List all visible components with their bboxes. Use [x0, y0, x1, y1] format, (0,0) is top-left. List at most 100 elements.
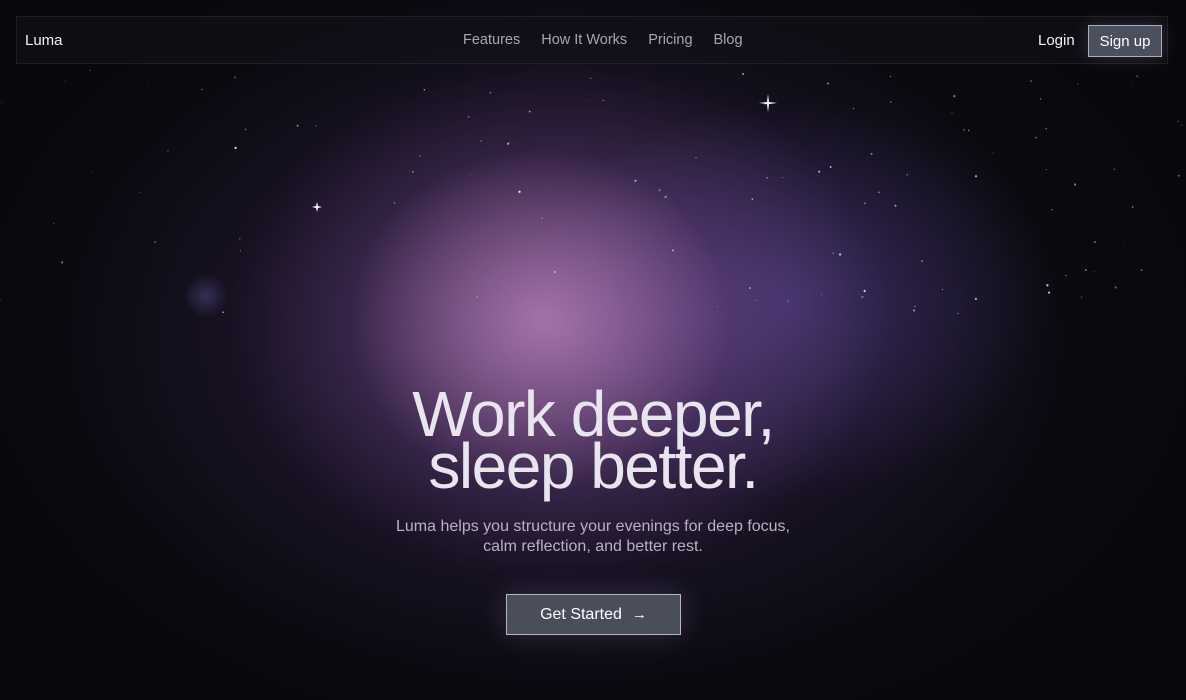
star: [489, 92, 491, 94]
star: [419, 155, 421, 157]
star: [1093, 271, 1095, 273]
star: [889, 75, 892, 78]
get-started-button[interactable]: Get Started →: [506, 594, 681, 635]
star: [489, 148, 491, 150]
star: [541, 217, 543, 219]
star: [585, 100, 587, 101]
star: [234, 76, 236, 79]
star: [921, 260, 923, 262]
get-started-label: Get Started: [540, 605, 622, 623]
star: [1136, 75, 1139, 78]
brand-logo[interactable]: Luma: [25, 32, 63, 49]
star: [91, 171, 93, 173]
star: [1180, 124, 1183, 126]
star: [1030, 80, 1033, 83]
star: [1131, 83, 1133, 85]
login-link[interactable]: Login: [1038, 32, 1075, 49]
star: [957, 313, 959, 315]
star: [1177, 120, 1180, 123]
sparkle-star: [312, 202, 322, 212]
star: [89, 69, 92, 72]
star: [1084, 269, 1087, 271]
star: [861, 295, 864, 299]
arrow-right-icon: →: [631, 606, 647, 623]
star: [658, 189, 661, 192]
sign-up-button[interactable]: Sign up: [1088, 25, 1162, 57]
star: [315, 125, 317, 127]
star: [858, 294, 860, 295]
star: [864, 289, 866, 290]
top-navbar: Luma Features How It Works Pricing Blog …: [16, 16, 1168, 64]
star: [222, 311, 224, 314]
star: [53, 222, 55, 224]
star: [244, 128, 247, 131]
star: [906, 174, 908, 176]
star: [1093, 241, 1096, 244]
star: [1047, 291, 1051, 294]
star: [1114, 286, 1117, 289]
star: [61, 261, 64, 264]
star: [167, 150, 169, 152]
star: [1051, 209, 1053, 211]
star: [1065, 274, 1067, 277]
nav-link-features[interactable]: Features: [463, 32, 520, 48]
star: [239, 250, 242, 252]
hero-title-line-2: sleep better.: [428, 430, 759, 502]
star: [1045, 169, 1047, 171]
nav-link-pricing[interactable]: Pricing: [648, 32, 692, 48]
star: [853, 108, 855, 110]
nav-link-how-it-works[interactable]: How It Works: [541, 32, 627, 48]
star: [942, 288, 943, 290]
star: [239, 238, 241, 240]
star: [148, 82, 150, 84]
star: [781, 176, 783, 178]
sparkle-star: [759, 94, 777, 112]
star: [423, 89, 425, 91]
star: [634, 179, 637, 182]
star: [664, 195, 668, 198]
star: [913, 309, 915, 312]
star: [992, 152, 994, 154]
star: [1046, 284, 1049, 287]
star: [863, 290, 866, 293]
star: [1122, 244, 1125, 246]
star: [914, 305, 916, 308]
star: [393, 202, 396, 204]
star: [821, 293, 823, 296]
star: [1140, 269, 1143, 272]
star: [829, 166, 832, 168]
star: [1039, 98, 1042, 100]
star: [764, 103, 766, 105]
star: [664, 196, 666, 198]
star: [832, 252, 835, 255]
star: [826, 82, 829, 85]
star: [974, 175, 978, 178]
star: [751, 198, 754, 200]
star: [602, 99, 604, 102]
star: [412, 171, 414, 173]
star: [0, 299, 1, 301]
star: [467, 116, 470, 118]
star: [818, 170, 821, 173]
star: [902, 138, 904, 140]
star: [554, 271, 556, 273]
nav-link-blog[interactable]: Blog: [714, 32, 743, 48]
star: [1074, 183, 1077, 186]
star: [953, 95, 956, 98]
star: [1177, 174, 1180, 177]
star: [754, 300, 756, 301]
star: [528, 110, 531, 113]
star: [0, 102, 3, 104]
star: [1131, 206, 1134, 208]
star: [507, 142, 510, 145]
star: [766, 176, 768, 179]
star: [1080, 296, 1083, 298]
star: [153, 240, 157, 244]
star: [1113, 168, 1116, 171]
star: [974, 297, 978, 301]
star: [296, 124, 299, 127]
star: [64, 80, 66, 82]
star: [951, 112, 953, 114]
hero-title: Work deeper, sleep better.: [0, 382, 1186, 502]
star: [962, 128, 966, 132]
